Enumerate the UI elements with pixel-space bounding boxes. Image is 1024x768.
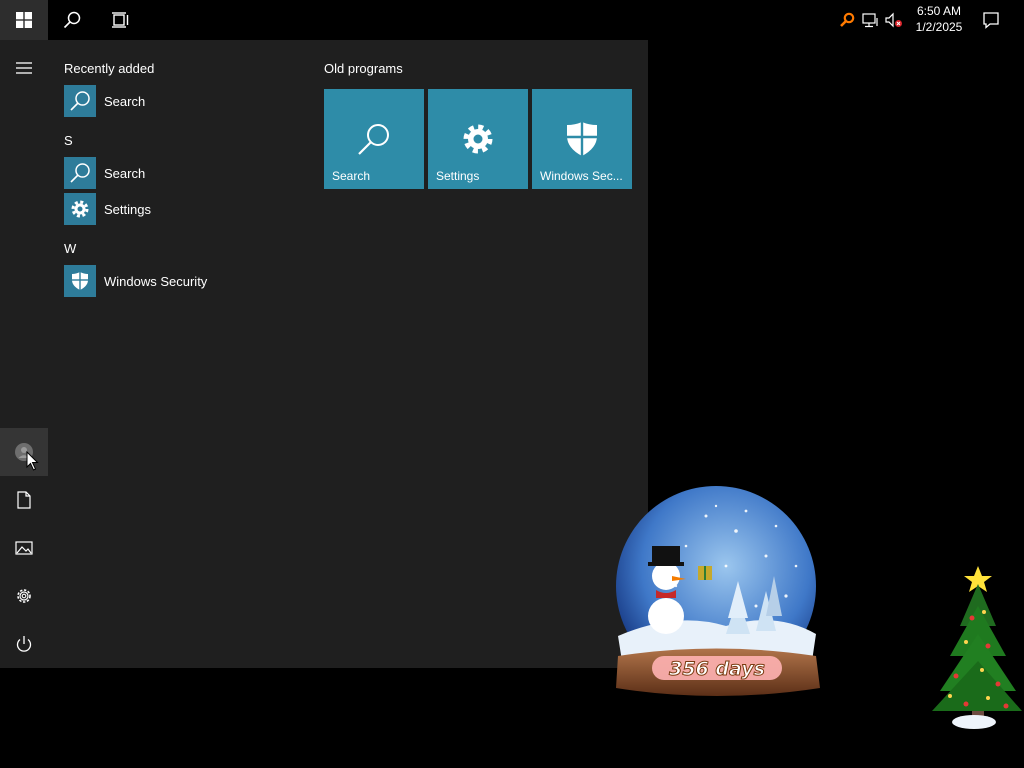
gear-icon (71, 200, 89, 218)
search-tray-icon[interactable] (836, 12, 858, 28)
task-view-button[interactable] (96, 0, 144, 40)
start-rail (0, 40, 48, 668)
tile-label: Search (332, 169, 371, 183)
recently-added-heading: Recently added (64, 61, 155, 76)
christmas-tree-icon (932, 566, 1022, 729)
app-label: Search (104, 165, 146, 181)
settings-icon (17, 589, 31, 603)
taskbar: 6:50 AM 1/2/2025 (0, 0, 1024, 40)
volume-muted-icon[interactable] (882, 12, 906, 28)
search-icon (70, 163, 90, 183)
expand-menu-button[interactable] (0, 44, 48, 92)
tile-label: Settings (436, 169, 480, 183)
clock-date: 1/2/2025 (915, 20, 963, 34)
app-item-settings[interactable]: Settings (64, 192, 294, 226)
app-label: Windows Security (104, 273, 208, 289)
system-tray (836, 0, 906, 40)
documents-button[interactable] (0, 476, 48, 524)
documents-icon (17, 491, 31, 509)
app-item-search[interactable]: Search (64, 156, 294, 190)
letter-header-s[interactable]: S (64, 133, 73, 148)
start-menu: Recently added Search S Search Settings … (0, 40, 648, 668)
pictures-button[interactable] (0, 524, 48, 572)
countdown-label: 356 days (669, 658, 765, 680)
user-account-button[interactable] (0, 428, 48, 476)
app-list: Recently added Search S Search Settings … (48, 40, 308, 668)
power-icon (16, 636, 32, 652)
snow-globe-icon: 356 days (616, 486, 820, 696)
christmas-tree-gadget[interactable] (926, 566, 1022, 730)
tile-search[interactable]: Search (324, 89, 424, 189)
taskbar-search-button[interactable] (48, 0, 96, 40)
search-icon (358, 124, 389, 155)
task-view-icon (112, 12, 129, 28)
letter-header-w[interactable]: W (64, 241, 76, 256)
tile-group-title[interactable]: Old programs (324, 61, 403, 76)
pictures-icon (15, 541, 33, 555)
shield-icon (567, 122, 597, 156)
mouse-cursor-icon (26, 451, 39, 471)
tile-settings[interactable]: Settings (428, 89, 528, 189)
power-button[interactable] (0, 620, 48, 668)
action-center-button[interactable] (976, 0, 1006, 40)
tile-windows-security[interactable]: Windows Sec... (532, 89, 632, 189)
hamburger-icon (16, 62, 32, 74)
gear-icon (463, 124, 493, 154)
app-item-windows-security[interactable]: Windows Security (64, 264, 294, 298)
network-icon[interactable] (858, 12, 882, 28)
search-icon (70, 91, 90, 111)
app-label: Settings (104, 201, 151, 217)
tile-label: Windows Sec... (540, 169, 623, 183)
app-item-search-recent[interactable]: Search (64, 84, 294, 118)
snow-globe-gadget[interactable]: 356 days (616, 486, 820, 704)
shield-icon (72, 272, 88, 290)
notification-icon (983, 12, 999, 29)
windows-logo-icon (16, 12, 32, 28)
search-icon (63, 11, 81, 29)
app-label: Search (104, 93, 146, 109)
settings-rail-button[interactable] (0, 572, 48, 620)
start-button[interactable] (0, 0, 48, 40)
clock-time: 6:50 AM (916, 4, 962, 18)
clock[interactable]: 6:50 AM 1/2/2025 (908, 0, 970, 40)
